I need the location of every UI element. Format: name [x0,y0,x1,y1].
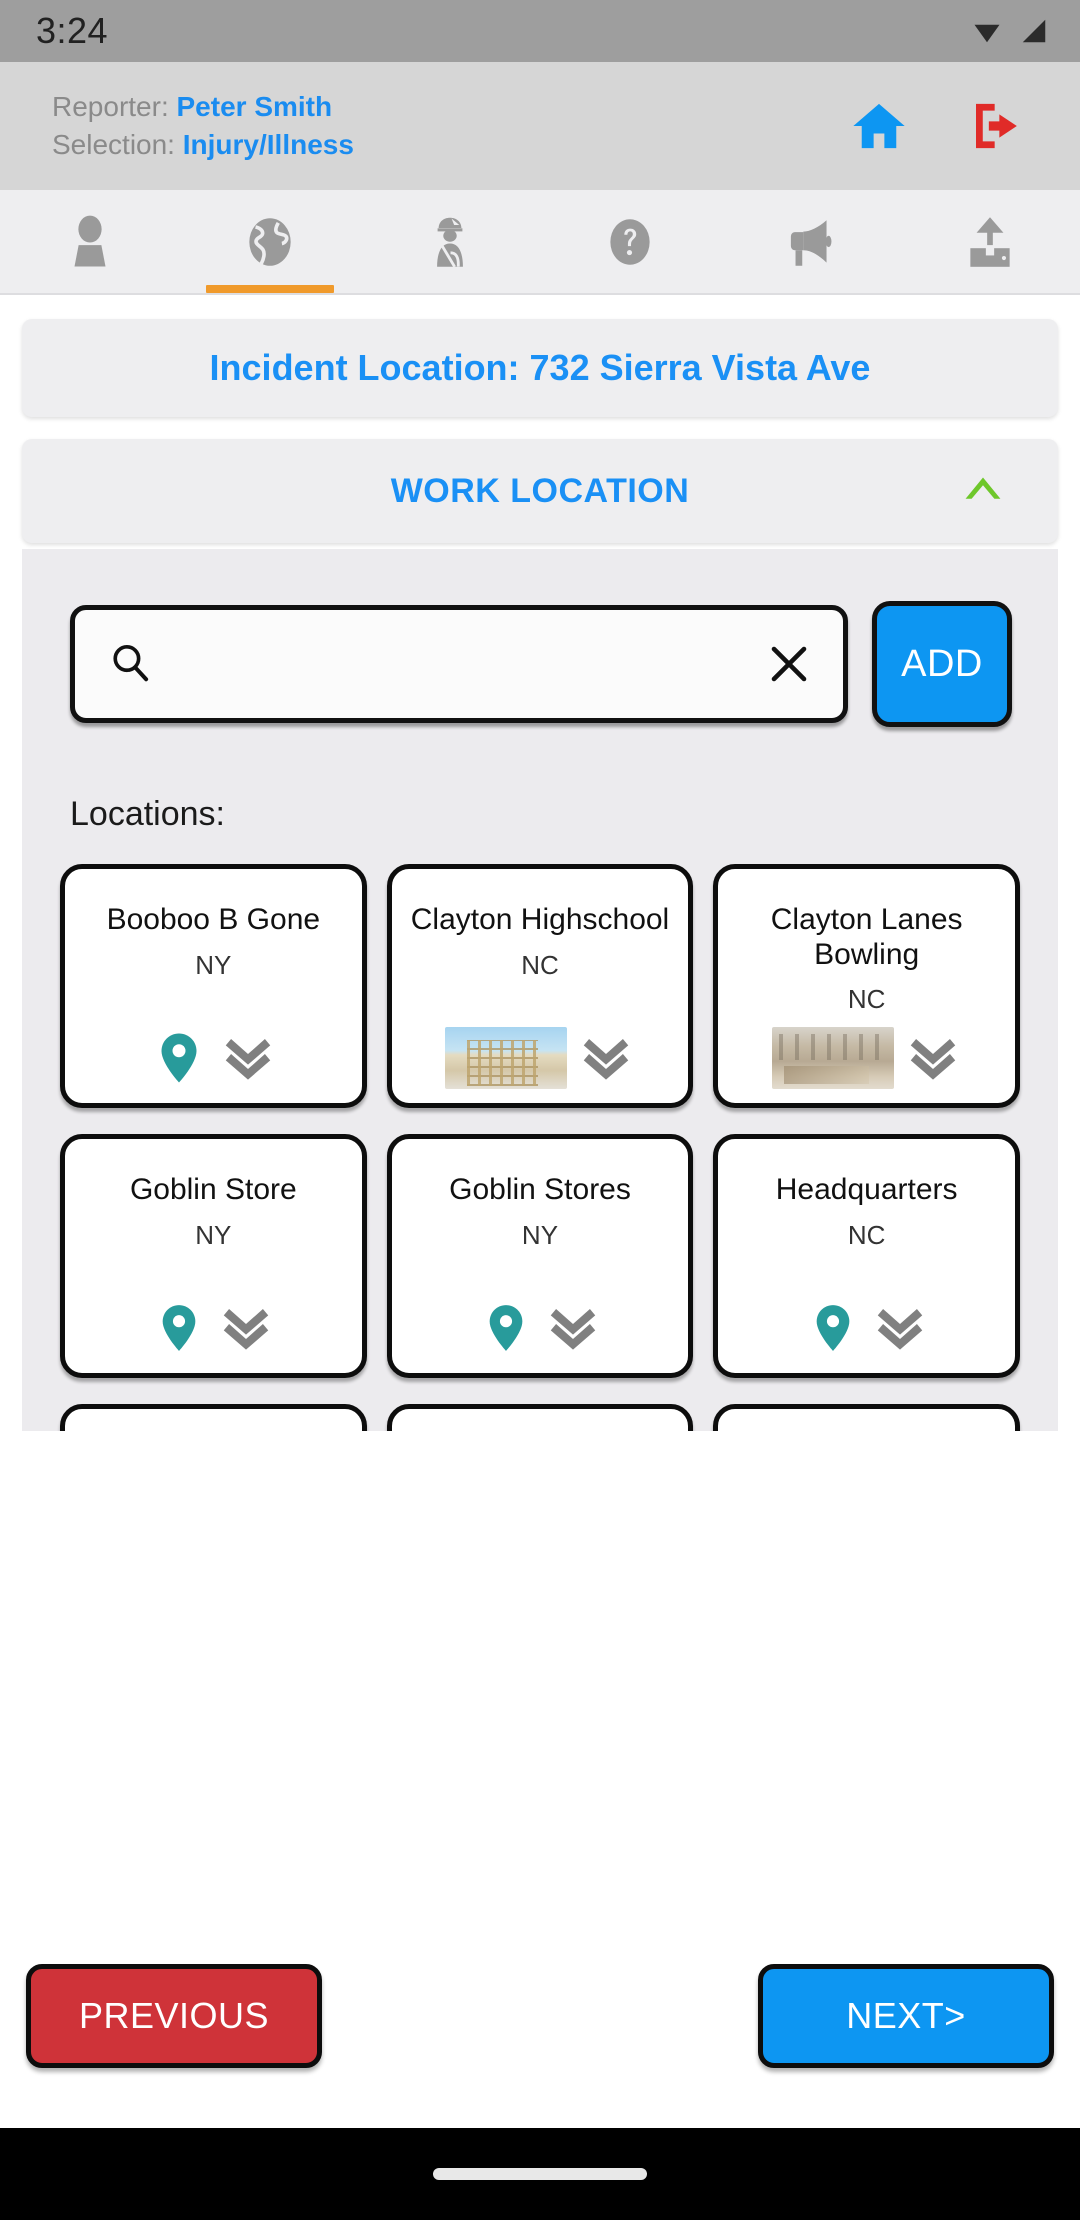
reporter-name: Peter Smith [176,91,333,123]
megaphone-icon [779,211,841,273]
map-pin-icon[interactable] [478,1300,534,1356]
upload-icon [959,211,1021,273]
location-card[interactable]: Clayton Highschool NC [386,864,694,1108]
double-chevron-down-icon[interactable] [217,1296,275,1359]
status-bar: 3:24 [0,0,1080,62]
sidebar-item-help[interactable] [540,190,720,293]
wizard-navigation: PREVIOUS NEXT> [0,1964,1080,2068]
main-content: Incident Location: 732 Sierra Vista Ave … [0,319,1080,1431]
double-chevron-down-icon[interactable] [904,1026,962,1089]
location-card[interactable]: Headquarters NC [713,1134,1020,1378]
location-card[interactable]: Location 21 [60,1404,367,1431]
location-card-footer [402,1296,679,1359]
location-card[interactable]: Clayton Lanes Bowling NC [713,864,1020,1108]
location-name: Clayton Lanes Bowling [770,903,963,971]
selection-value: Injury/Illness [182,129,354,160]
work-location-section-header[interactable]: WORK LOCATION [22,439,1058,543]
home-gesture-pill[interactable] [433,2168,647,2180]
locations-label: Locations: [70,795,225,833]
location-state: NC [847,984,886,1014]
app-root: 3:24 Reporter: Peter Smith Selection: In… [0,0,1080,2220]
next-button[interactable]: NEXT> [758,1964,1054,2068]
reporter-header: Reporter: Peter Smith Selection: Injury/… [0,62,1080,190]
cellular-signal-icon [1018,16,1050,46]
sidebar-item-location[interactable] [180,190,360,293]
injured-worker-icon [419,211,481,273]
double-chevron-down-icon[interactable] [871,1296,929,1359]
location-card-footer [728,1296,1005,1359]
globe-icon [239,211,301,273]
locations-grid: Booboo B Gone NY Clayton Highschool NC C… [22,864,1058,1431]
add-button[interactable]: ADD [872,601,1012,727]
double-chevron-down-icon[interactable] [219,1026,277,1089]
location-state: NY [195,1219,232,1250]
wifi-icon [970,16,1004,46]
location-state: NY [521,1219,559,1250]
search-icon [107,639,153,690]
close-icon[interactable] [765,640,813,688]
location-photo-thumbnail[interactable] [771,1026,894,1089]
sidebar-item-person[interactable] [0,190,180,293]
sidebar-item-report[interactable] [720,190,900,293]
page-title: WORK LOCATION [390,471,690,510]
search-row: ADD [22,601,1058,727]
location-card-footer [728,1026,1005,1089]
location-card[interactable]: Booboo B Gone NY [60,864,367,1108]
incident-location-text: Incident Location: 732 Sierra Vista Ave [209,347,871,388]
header-actions [848,98,1046,154]
home-icon[interactable] [848,98,910,154]
location-name: Goblin Stores [449,1173,631,1206]
location-card[interactable]: Goblin Store NY [60,1134,367,1378]
system-navigation-bar [0,2128,1080,2220]
map-pin-icon[interactable] [805,1300,861,1356]
status-bar-clock: 3:24 [36,10,109,51]
tab-bar [0,190,1080,295]
location-state: NC [847,1219,886,1250]
status-bar-icons [970,16,1050,46]
search-box[interactable] [70,605,848,723]
double-chevron-down-icon[interactable] [544,1296,602,1359]
work-location-panel: ADD Locations: Booboo B Gone NY Clayton … [22,549,1058,1431]
location-name: Clayton Highschool [410,903,670,936]
selection-line: Selection: Injury/Illness [52,126,354,164]
selection-label: Selection: [52,129,175,160]
double-chevron-down-icon[interactable] [577,1026,635,1089]
reporter-label: Reporter: [52,91,169,123]
reporter-info: Reporter: Peter Smith Selection: Injury/… [52,88,354,164]
location-photo-thumbnail[interactable] [444,1026,567,1089]
location-state: NC [521,949,559,980]
active-tab-indicator [206,285,334,293]
incident-location-banner[interactable]: Incident Location: 732 Sierra Vista Ave [22,319,1058,417]
previous-button[interactable]: PREVIOUS [26,1964,322,2068]
reporter-line: Reporter: Peter Smith [52,88,354,126]
map-pin-icon[interactable] [151,1300,207,1356]
person-icon [59,211,121,273]
location-card-footer [75,1296,352,1359]
location-name: Headquarters [775,1173,958,1206]
chevron-up-icon[interactable] [954,467,1012,516]
sidebar-item-upload[interactable] [900,190,1080,293]
location-name: Booboo B Gone [106,903,321,936]
location-card[interactable]: Location 23 [713,1404,1020,1431]
location-card[interactable]: Location 22 [386,1404,694,1431]
search-input[interactable] [153,644,765,684]
location-card-footer [75,1026,352,1089]
location-name: Goblin Store [129,1173,297,1206]
map-pin-icon[interactable] [149,1028,209,1088]
location-card[interactable]: Goblin Stores NY [386,1134,694,1378]
question-mark-icon [599,211,661,273]
sidebar-item-injury[interactable] [360,190,540,293]
location-state: NY [195,949,232,980]
exit-icon[interactable] [966,98,1028,154]
location-card-footer [402,1026,679,1089]
